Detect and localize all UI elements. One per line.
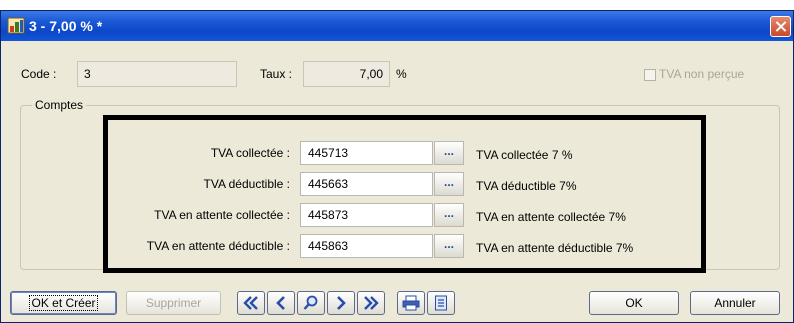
- search-record-button[interactable]: [297, 291, 325, 315]
- previous-icon: [276, 296, 285, 310]
- ok-button[interactable]: OK: [589, 291, 679, 315]
- code-field[interactable]: 3: [77, 61, 237, 87]
- printer-icon: [402, 295, 420, 311]
- taux-label: Taux :: [260, 67, 293, 81]
- tva-attente-collectee-description: TVA en attente collectée 7%: [476, 210, 626, 224]
- browse-button-tva-attente-collectee[interactable]: ...: [434, 203, 464, 227]
- tva-collectee-account-field[interactable]: 445713: [300, 141, 433, 165]
- taux-field[interactable]: 7,00: [303, 61, 390, 87]
- taux-unit: %: [396, 67, 407, 81]
- previous-record-button[interactable]: [267, 291, 295, 315]
- title-bar[interactable]: 3 - 7,00 % *: [1, 11, 793, 41]
- tva-attente-collectee-account-field[interactable]: 445873: [300, 203, 433, 227]
- browse-button-tva-collectee[interactable]: ...: [434, 141, 464, 165]
- window-title: 3 - 7,00 % *: [29, 18, 103, 34]
- annuler-button[interactable]: Annuler: [690, 291, 780, 315]
- tva-attente-deductible-label: TVA en attente déductible :: [146, 239, 290, 253]
- first-icon: [243, 296, 258, 310]
- tva-deductible-account-field[interactable]: 445663: [300, 172, 433, 196]
- last-icon: [364, 296, 379, 310]
- ok-et-creer-button[interactable]: OK et Créer: [10, 291, 117, 315]
- print-button[interactable]: [397, 291, 425, 315]
- tva-attente-deductible-account-field[interactable]: 445863: [300, 234, 433, 258]
- browse-button-tva-attente-deductible[interactable]: ...: [434, 234, 464, 258]
- close-icon[interactable]: [770, 16, 791, 37]
- first-record-button[interactable]: [237, 291, 265, 315]
- tva-app-icon: [7, 17, 25, 34]
- last-record-button[interactable]: [357, 291, 385, 315]
- tva-attente-collectee-label: TVA en attente collectée :: [154, 208, 290, 222]
- tva-non-percue-checkbox[interactable]: [644, 69, 656, 81]
- search-icon: [303, 295, 318, 310]
- next-record-button[interactable]: [327, 291, 355, 315]
- supprimer-button[interactable]: Supprimer: [126, 291, 221, 315]
- print-preview-icon: [435, 295, 447, 311]
- ok-et-creer-label: OK et Créer: [29, 295, 98, 311]
- tva-deductible-label: TVA déductible :: [203, 177, 291, 191]
- dialog-window: 3 - 7,00 % * Code : 3 Taux : 7,00 % TVA …: [0, 10, 794, 323]
- tva-attente-deductible-description: TVA en attente déductible 7%: [476, 241, 634, 255]
- tva-collectee-description: TVA collectée 7 %: [476, 148, 573, 162]
- comptes-group-label: Comptes: [32, 98, 87, 112]
- tva-collectee-label: TVA collectée :: [210, 146, 290, 160]
- print-preview-button[interactable]: [427, 291, 455, 315]
- code-label: Code :: [21, 67, 57, 81]
- browse-button-tva-deductible[interactable]: ...: [434, 172, 464, 196]
- next-icon: [337, 296, 346, 310]
- tva-non-percue-label: TVA non perçue: [659, 67, 745, 81]
- tva-deductible-description: TVA déductible 7%: [476, 179, 577, 193]
